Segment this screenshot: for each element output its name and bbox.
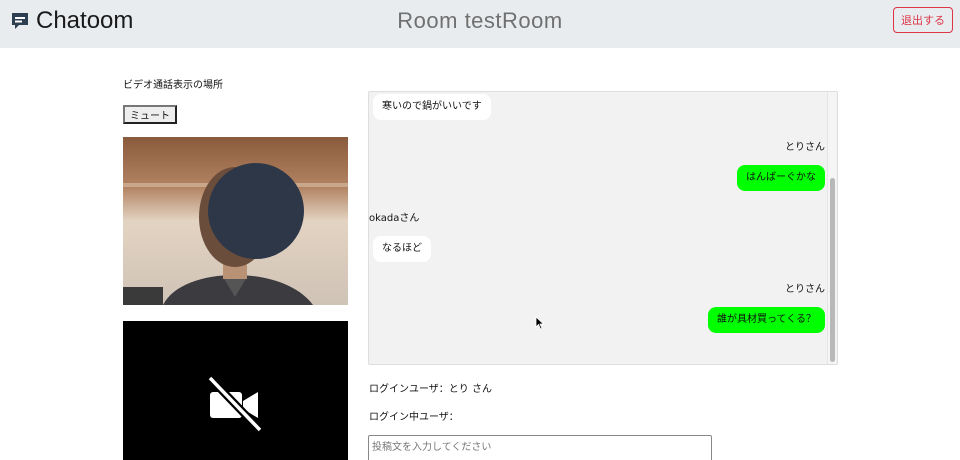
top-navbar: Chatoom Room testRoom 退出する: [0, 0, 960, 48]
chat-scrollbar[interactable]: [827, 92, 836, 364]
video-area-label: ビデオ通話表示の場所: [123, 80, 223, 91]
chat-message: 寒いので鍋がいいです: [373, 94, 491, 120]
chat-log[interactable]: 寒いので鍋がいいです とりさん はんばーぐかな okadaさん なるほど とりさ…: [368, 91, 838, 365]
chat-message: 誰が具材買ってくる？: [708, 307, 825, 333]
chat-message: はんばーぐかな: [737, 165, 825, 191]
logout-button[interactable]: 退出する: [893, 7, 953, 33]
room-title: Room testRoom: [397, 8, 563, 33]
chat-sender: とりさん: [785, 284, 825, 295]
mute-button[interactable]: ミュート: [123, 105, 177, 124]
video-off-icon: [207, 375, 263, 433]
chat-sender: とりさん: [785, 142, 825, 153]
remote-video: [123, 321, 348, 460]
online-users-status: ログイン中ユーザ：: [369, 412, 459, 423]
face-privacy-mask: [208, 163, 304, 259]
post-input[interactable]: [368, 435, 712, 460]
mouse-cursor-icon: [535, 316, 545, 330]
chat-scrollbar-thumb[interactable]: [830, 178, 835, 362]
login-user-status: ログインユーザ：とり さん: [369, 384, 492, 395]
chat-sender: okadaさん: [369, 213, 420, 224]
local-video: [123, 137, 348, 305]
chat-message: なるほど: [373, 236, 431, 262]
